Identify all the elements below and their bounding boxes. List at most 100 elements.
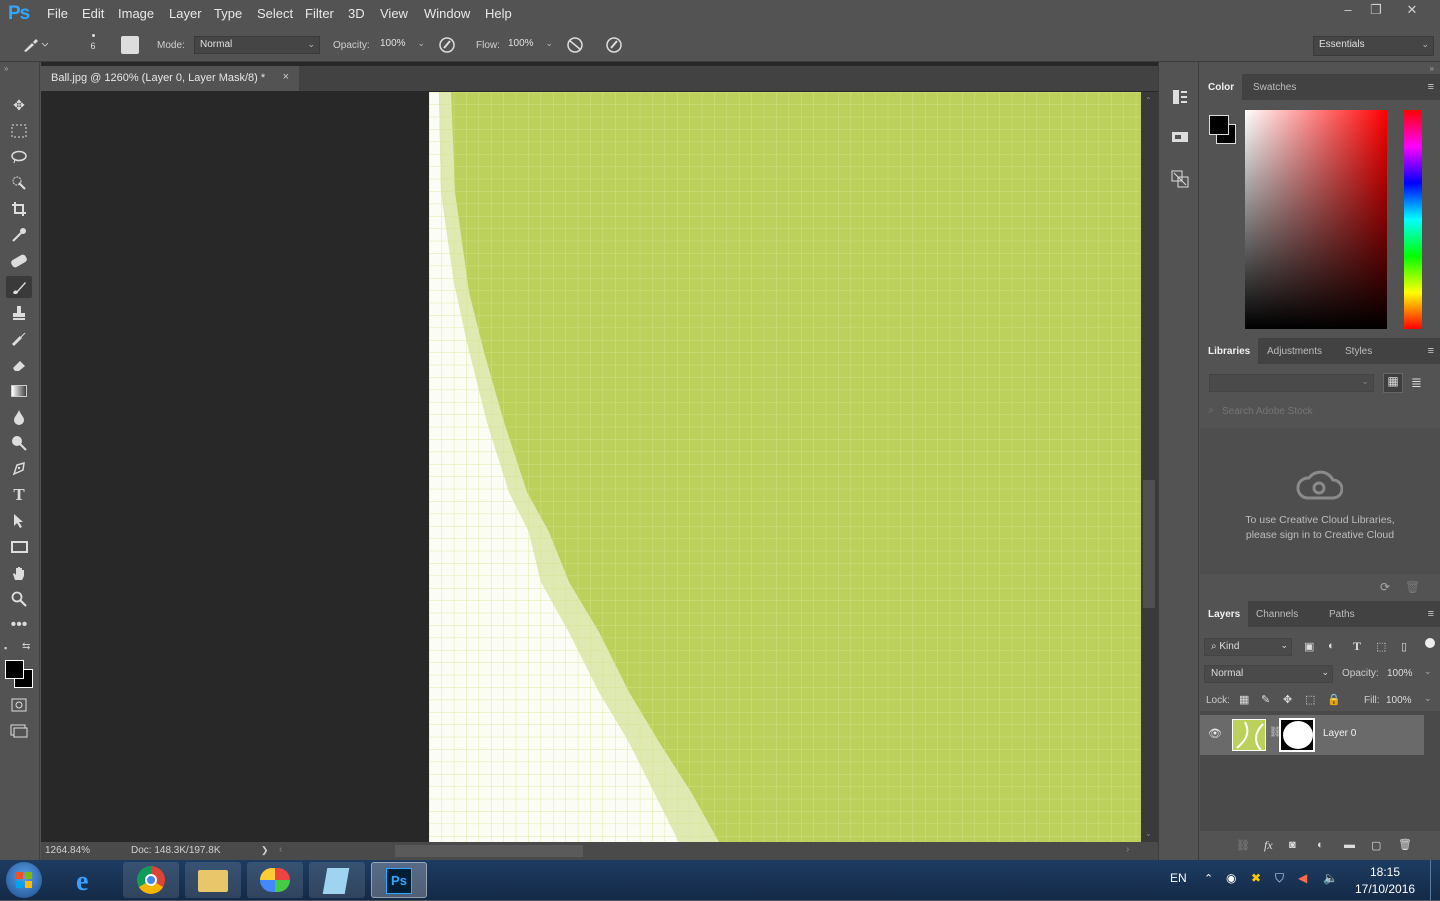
swap-colors-icon[interactable]: ⇆ xyxy=(22,641,30,652)
mode-dropdown[interactable]: Normal ⌄ xyxy=(194,36,320,54)
security-icon[interactable]: ⛉ xyxy=(1275,871,1284,886)
network-icon[interactable]: ◀ xyxy=(1298,871,1307,885)
mask-icon[interactable]: ◙ xyxy=(1289,839,1296,851)
menu-view[interactable]: View xyxy=(380,6,408,21)
restore-button[interactable]: ❐ xyxy=(1364,2,1388,20)
menu-type[interactable]: Type xyxy=(214,6,242,21)
type-filter-icon[interactable]: T xyxy=(1353,639,1361,654)
properties-panel-icon[interactable] xyxy=(1171,128,1189,149)
flow-input[interactable]: 100% ⌄ xyxy=(503,36,557,54)
blend-mode-dropdown[interactable]: Normal ⌄ xyxy=(1204,665,1333,683)
horizontal-scroll-thumb[interactable] xyxy=(395,845,583,857)
tab-paths[interactable]: Paths xyxy=(1321,601,1363,627)
hand-tool-icon[interactable] xyxy=(6,562,32,584)
tab-color[interactable]: Color xyxy=(1200,74,1243,100)
lock-artboard-icon[interactable]: ⬚ xyxy=(1305,693,1315,706)
panel-collapse-icon[interactable]: » xyxy=(4,64,8,73)
clone-stamp-tool-icon[interactable] xyxy=(6,302,32,324)
tab-adjustments[interactable]: Adjustments xyxy=(1259,338,1330,364)
layer-opacity-value[interactable]: 100% xyxy=(1387,668,1413,679)
zoom-tool-icon[interactable] xyxy=(6,588,32,610)
fx-icon[interactable]: fx xyxy=(1264,838,1273,853)
scroll-up-icon[interactable]: ⌃ xyxy=(1145,96,1152,105)
opacity-input[interactable]: 100% ⌄ xyxy=(375,36,429,54)
menu-edit[interactable]: Edit xyxy=(82,6,104,21)
history-panel-icon[interactable] xyxy=(1171,88,1189,109)
color-panel-foreground-swatch[interactable] xyxy=(1209,115,1229,135)
dodge-tool-icon[interactable] xyxy=(6,432,32,454)
move-tool-icon[interactable]: ✥ xyxy=(6,94,32,116)
close-button[interactable]: ✕ xyxy=(1400,2,1424,20)
list-view-icon[interactable]: ≣ xyxy=(1411,375,1422,391)
pen-tool-icon[interactable] xyxy=(6,458,32,480)
menu-help[interactable]: Help xyxy=(485,6,512,21)
panel-menu-icon[interactable]: ≡ xyxy=(1428,345,1434,357)
hue-slider[interactable] xyxy=(1404,110,1422,329)
chevron-down-icon[interactable]: ⌄ xyxy=(1424,666,1432,677)
lock-all-icon[interactable]: 🔒 xyxy=(1327,693,1341,706)
layer-mask-thumbnail[interactable] xyxy=(1279,718,1315,752)
menu-file[interactable]: File xyxy=(47,6,68,21)
language-indicator[interactable]: EN xyxy=(1170,871,1187,885)
layer-row[interactable]: 👁 ⛓ Layer 0 xyxy=(1200,715,1424,755)
lasso-tool-icon[interactable] xyxy=(6,146,32,168)
more-tools-icon[interactable]: ••• xyxy=(6,614,32,636)
tab-swatches[interactable]: Swatches xyxy=(1245,74,1304,100)
document-tab[interactable]: Ball.jpg @ 1260% (Layer 0, Layer Mask/8)… xyxy=(41,66,299,91)
status-menu-icon[interactable]: ❯ xyxy=(261,845,269,856)
lock-position-icon[interactable]: ✥ xyxy=(1283,693,1292,706)
internet-explorer-icon[interactable]: e xyxy=(62,862,118,898)
type-tool-icon[interactable]: T xyxy=(6,484,32,506)
pressure-opacity-icon[interactable] xyxy=(438,36,456,57)
rectangle-tool-icon[interactable] xyxy=(6,536,32,558)
clock-time[interactable]: 18:15 xyxy=(1370,865,1400,879)
marquee-tool-icon[interactable] xyxy=(6,120,32,142)
shape-filter-icon[interactable]: ⬚ xyxy=(1376,640,1386,653)
scroll-right-icon[interactable]: › xyxy=(1126,844,1129,855)
link-icon[interactable]: ⛓ xyxy=(1236,839,1250,852)
panel-menu-icon[interactable]: ≡ xyxy=(1428,608,1434,620)
path-select-tool-icon[interactable] xyxy=(6,510,32,532)
glyphs-panel-icon[interactable] xyxy=(1171,170,1189,191)
workspace-dropdown[interactable]: Essentials ⌄ xyxy=(1313,36,1434,56)
layer-name[interactable]: Layer 0 xyxy=(1323,728,1356,739)
eyedropper-tool-icon[interactable] xyxy=(6,224,32,246)
vertical-scroll-thumb[interactable] xyxy=(1143,480,1155,608)
notepad-app-icon[interactable] xyxy=(309,862,365,898)
expand-panels-icon[interactable]: » xyxy=(1430,64,1434,73)
blur-tool-icon[interactable] xyxy=(6,406,32,428)
chrome-icon[interactable] xyxy=(123,862,179,898)
trash-icon[interactable]: 🗑 xyxy=(1405,580,1420,594)
show-hidden-icons[interactable]: ⌃ xyxy=(1204,872,1213,885)
pixel-filter-icon[interactable]: ▣ xyxy=(1304,640,1314,653)
panel-menu-icon[interactable]: ≡ xyxy=(1428,81,1434,93)
tab-channels[interactable]: Channels xyxy=(1248,601,1306,627)
adjustment-icon[interactable]: ◐ xyxy=(1317,839,1324,851)
image-canvas[interactable] xyxy=(429,92,1141,842)
show-desktop-button[interactable] xyxy=(1430,860,1440,900)
scroll-left-icon[interactable]: ‹ xyxy=(279,844,282,855)
tab-libraries[interactable]: Libraries xyxy=(1200,338,1259,364)
layer-thumbnail[interactable] xyxy=(1232,719,1266,751)
color-field[interactable] xyxy=(1245,110,1387,329)
quick-mask-icon[interactable] xyxy=(6,694,32,716)
quick-select-tool-icon[interactable] xyxy=(6,172,32,194)
gradient-tool-icon[interactable] xyxy=(6,380,32,402)
close-tab-icon[interactable]: × xyxy=(283,71,289,83)
file-explorer-icon[interactable] xyxy=(185,862,241,898)
paint-app-icon[interactable] xyxy=(247,862,303,898)
history-brush-tool-icon[interactable] xyxy=(6,328,32,350)
default-colors-icon[interactable]: ▪ xyxy=(4,643,7,653)
volume-icon[interactable]: 🔈 xyxy=(1323,871,1338,885)
scroll-down-icon[interactable]: ⌄ xyxy=(1145,829,1152,838)
airbrush-icon[interactable] xyxy=(565,36,585,57)
photoshop-taskbar-icon[interactable]: Ps xyxy=(371,862,427,898)
brush-size-picker[interactable]: 6 xyxy=(76,32,110,51)
start-button[interactable] xyxy=(6,862,42,898)
fill-value[interactable]: 100% xyxy=(1386,695,1412,706)
tab-styles[interactable]: Styles xyxy=(1337,338,1380,364)
pressure-size-icon[interactable] xyxy=(605,36,623,57)
adjustment-filter-icon[interactable]: ◐ xyxy=(1328,640,1335,652)
library-dropdown[interactable]: ⌄ xyxy=(1209,374,1374,392)
filter-toggle-icon[interactable] xyxy=(1425,638,1435,648)
